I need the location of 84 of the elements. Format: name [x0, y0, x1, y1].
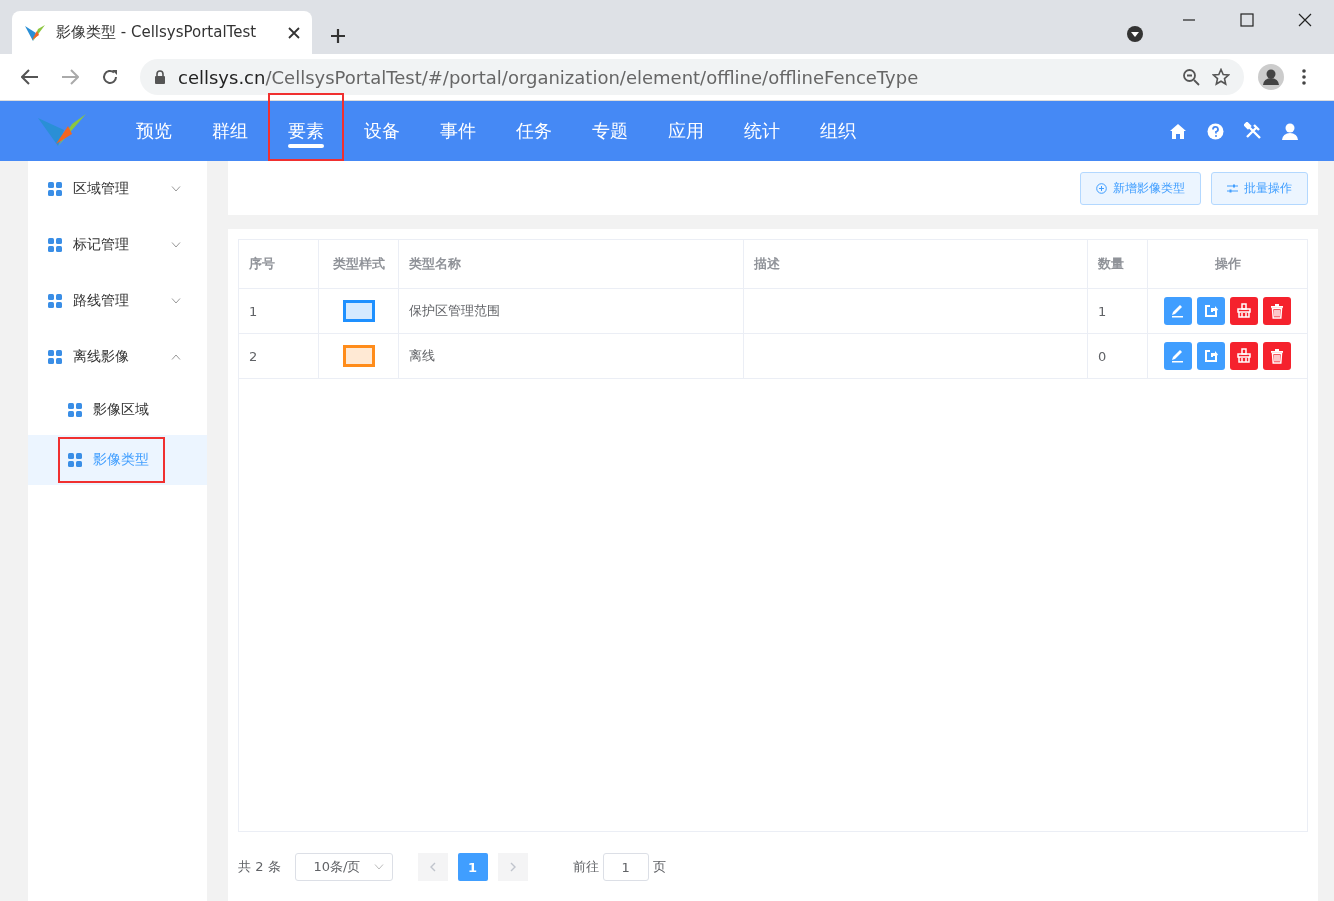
- column-header: 类型名称: [399, 240, 744, 288]
- toolbar-button[interactable]: 批量操作: [1211, 171, 1308, 205]
- browser-tab[interactable]: 影像类型 - CellsysPortalTest: [12, 11, 312, 54]
- sidebar-item[interactable]: 区域管理: [28, 161, 207, 217]
- table-cell: 离线: [399, 334, 744, 378]
- grid-icon: [68, 453, 82, 467]
- close-icon[interactable]: [288, 26, 300, 39]
- broom-icon: [1235, 302, 1253, 320]
- grid-icon: [48, 350, 62, 364]
- page-suffix: 页: [652, 858, 666, 876]
- column-header: 操作: [1213, 255, 1242, 273]
- nav-tab[interactable]: 应用: [648, 101, 724, 161]
- export-icon: [1202, 347, 1220, 365]
- table-cell: 2: [239, 334, 319, 378]
- profile-dropdown-icon[interactable]: [1126, 25, 1144, 43]
- toolbar-button[interactable]: 新增影像类型: [1080, 171, 1201, 205]
- broom-button[interactable]: [1230, 297, 1258, 325]
- chevron-left-icon: [429, 862, 436, 872]
- url-text: cellsys.cn/CellsysPortalTest/#/portal/organization/element/offline/offlineFenceType: [178, 66, 920, 88]
- column-header: 序号: [239, 240, 319, 288]
- logo-icon: [24, 22, 46, 43]
- export-icon: [1202, 302, 1220, 320]
- grid-icon: [48, 182, 62, 196]
- chevron-icon: [171, 186, 181, 192]
- trash-button[interactable]: [1263, 342, 1291, 370]
- star-icon[interactable]: [1212, 68, 1230, 86]
- page-button[interactable]: 1: [457, 853, 488, 881]
- profile-icon[interactable]: [1258, 64, 1284, 90]
- goto-label: 前往: [572, 858, 599, 876]
- column-header: 数量: [1088, 240, 1148, 288]
- chevron-icon: [373, 864, 384, 870]
- address-bar[interactable]: cellsys.cn/CellsysPortalTest/#/portal/organization/element/offline/offlineFenceType: [140, 59, 1244, 95]
- nav-tab[interactable]: 组织: [800, 101, 876, 161]
- chevron-icon: [171, 354, 181, 360]
- home-icon[interactable]: [1169, 123, 1187, 139]
- total-count: 共 2 条: [238, 858, 281, 876]
- broom-icon: [1235, 347, 1253, 365]
- column-header: 描述: [744, 240, 1088, 288]
- export-button[interactable]: [1197, 342, 1225, 370]
- nav-tab[interactable]: 事件: [420, 101, 496, 161]
- zoom-icon[interactable]: [1182, 68, 1200, 86]
- nav-tab[interactable]: 设备: [344, 101, 420, 161]
- back-icon[interactable]: [21, 69, 39, 85]
- table-cell: 1: [1088, 289, 1148, 333]
- nav-tab[interactable]: 要素: [268, 93, 344, 161]
- forward-icon[interactable]: [61, 69, 79, 85]
- chevron-icon: [171, 298, 181, 304]
- sliders-icon: [1227, 183, 1238, 193]
- nav-tab[interactable]: 预览: [116, 101, 192, 161]
- nav-tab[interactable]: 专题: [572, 101, 648, 161]
- grid-icon: [68, 403, 82, 417]
- help-icon[interactable]: [1207, 122, 1224, 140]
- pencil-button[interactable]: [1164, 297, 1192, 325]
- trash-icon: [1268, 347, 1286, 365]
- user-icon[interactable]: [1282, 122, 1298, 140]
- table-cell: 保护区管理范围: [399, 289, 744, 333]
- grid-icon: [48, 238, 62, 252]
- export-button[interactable]: [1197, 297, 1225, 325]
- menu-icon[interactable]: [1302, 69, 1306, 85]
- tools-icon[interactable]: [1244, 122, 1262, 140]
- table-cell: 1: [239, 289, 319, 333]
- column-header: 类型样式: [319, 240, 399, 288]
- sidebar-item[interactable]: 路线管理: [28, 273, 207, 329]
- pencil-button[interactable]: [1164, 342, 1192, 370]
- chevron-icon: [171, 242, 181, 248]
- table-cell: 0: [1088, 334, 1148, 378]
- sidebar-subitem[interactable]: 影像区域: [28, 385, 207, 435]
- page-input[interactable]: 1: [602, 853, 649, 881]
- reload-icon[interactable]: [101, 68, 119, 86]
- lock-icon: [154, 70, 166, 84]
- trash-icon: [1268, 302, 1286, 320]
- grid-icon: [48, 294, 62, 308]
- trash-button[interactable]: [1263, 297, 1291, 325]
- nav-tab[interactable]: 任务: [496, 101, 572, 161]
- nav-tab[interactable]: 统计: [724, 101, 800, 161]
- nav-tab[interactable]: 群组: [192, 101, 268, 161]
- tab-title: 影像类型 - CellsysPortalTest: [56, 23, 258, 42]
- sidebar-item[interactable]: 离线影像: [28, 329, 207, 385]
- page-size-select[interactable]: 10条/页: [294, 853, 393, 881]
- new-tab-icon[interactable]: [330, 28, 346, 44]
- sidebar-item[interactable]: 标记管理: [28, 217, 207, 273]
- chevron-right-icon: [509, 862, 516, 872]
- plus-circle-icon: [1096, 182, 1107, 194]
- broom-button[interactable]: [1230, 342, 1258, 370]
